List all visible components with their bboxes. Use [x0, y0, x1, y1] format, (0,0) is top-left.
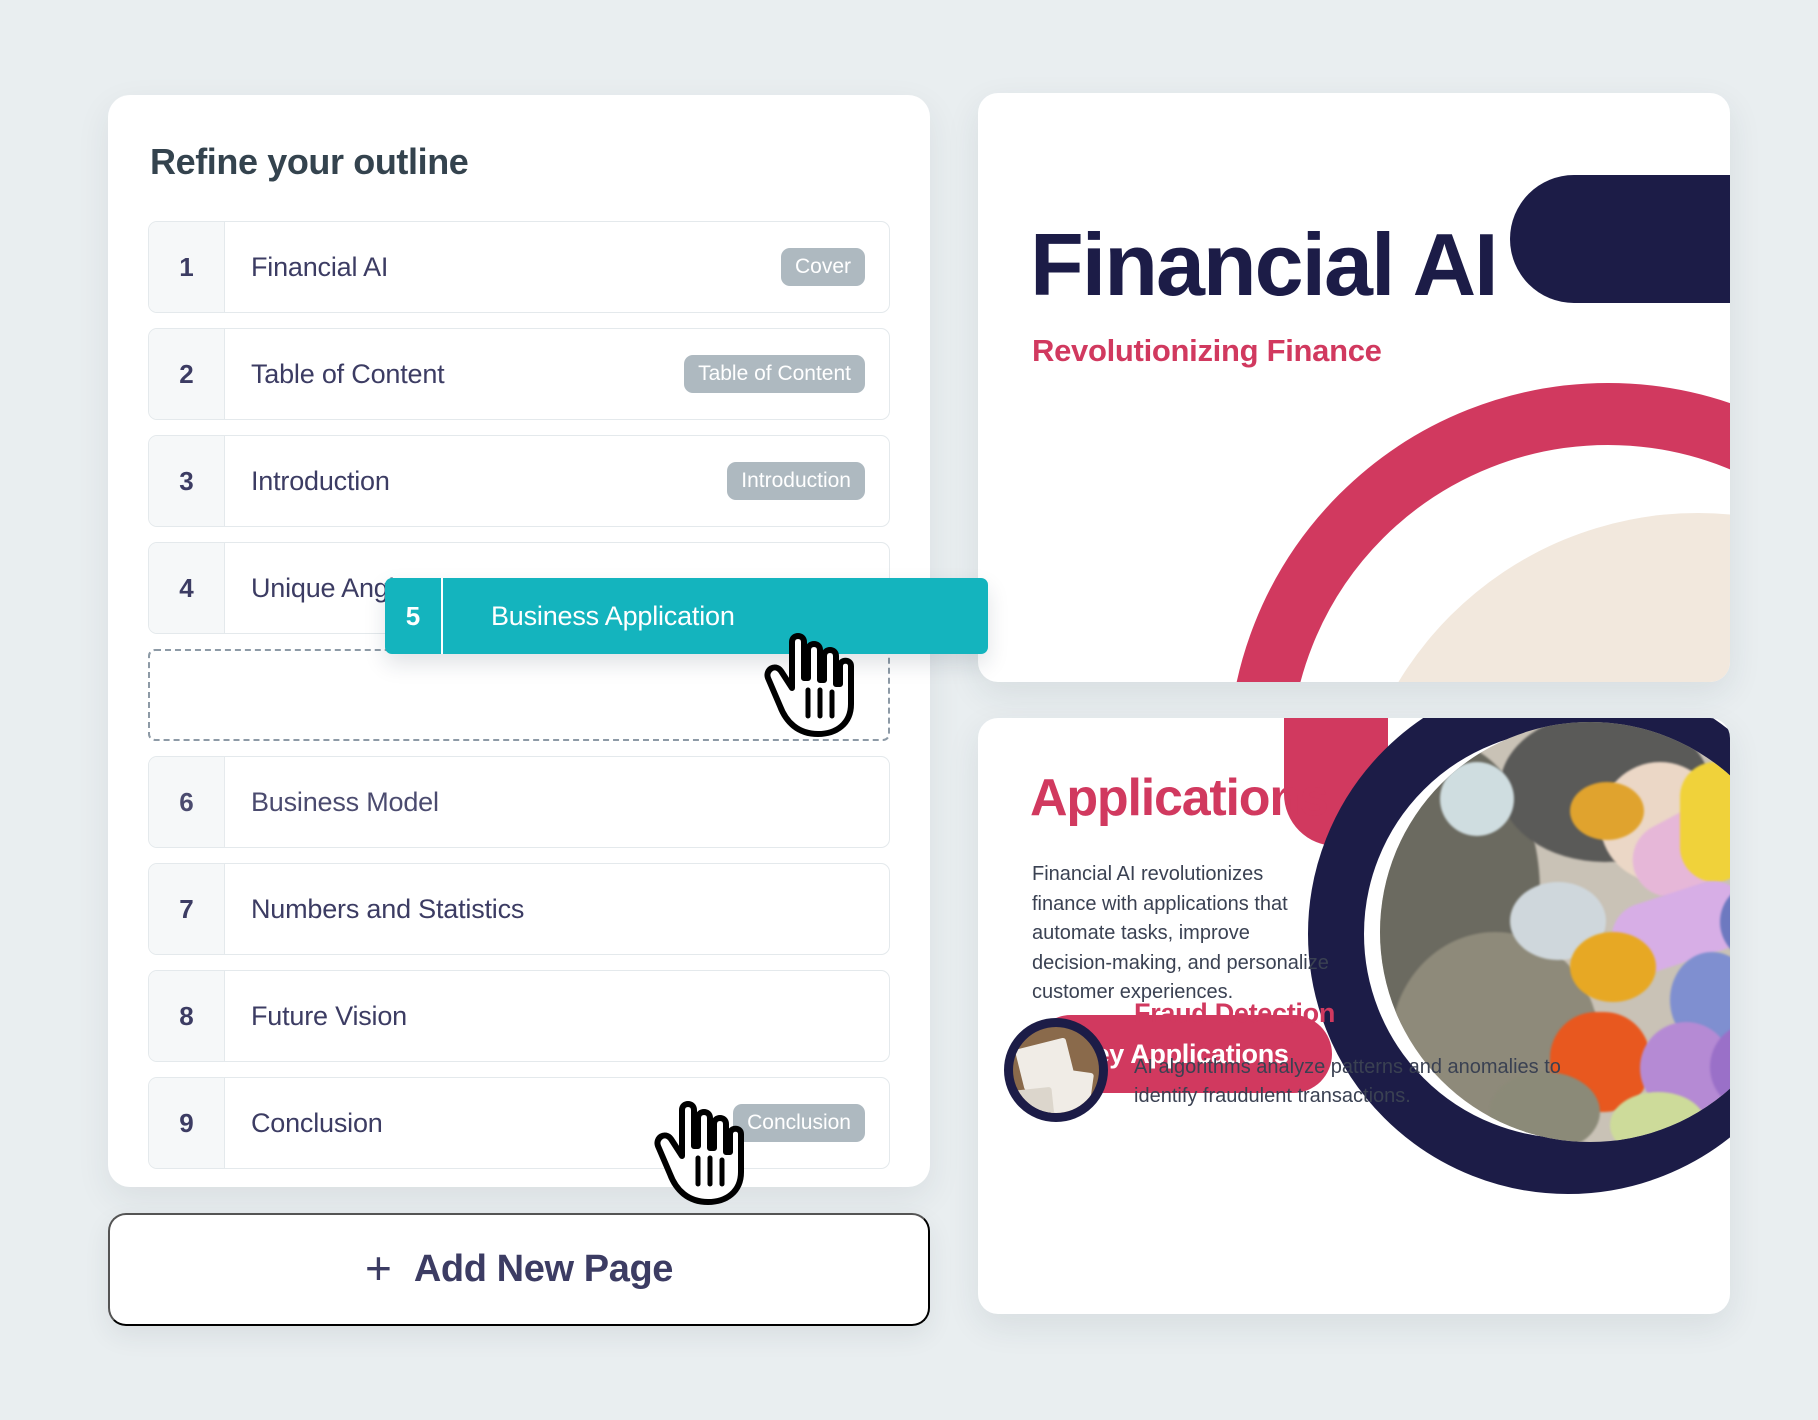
plus-icon: + — [364, 1241, 392, 1294]
row-body: Financial AI Cover — [225, 222, 889, 312]
row-label: Business Model — [251, 786, 439, 817]
slide-preview-applications[interactable]: Applications Financial AI revolutionizes… — [978, 718, 1730, 1314]
status-badge: Introduction — [727, 462, 865, 500]
row-number: 1 — [149, 222, 225, 312]
outline-row-3[interactable]: 3 Introduction Introduction — [148, 435, 890, 527]
row-number: 4 — [149, 543, 225, 633]
app-frame: Refine your outline 1 Financial AI Cover… — [0, 0, 1818, 1420]
status-badge: Table of Content — [684, 355, 865, 393]
row-number: 2 — [149, 329, 225, 419]
row-number: 9 — [149, 1078, 225, 1168]
outline-row-2[interactable]: 2 Table of Content Table of Content — [148, 328, 890, 420]
feature-title: Fraud Detection — [1134, 998, 1336, 1028]
outline-row-6[interactable]: 6 Business Model — [148, 756, 890, 848]
slide-subtitle: Revolutionizing Finance — [1032, 333, 1382, 368]
dragged-outline-item[interactable]: 5 Business Application — [385, 578, 988, 654]
row-body: Future Vision — [225, 971, 889, 1061]
outline-row-9[interactable]: 9 Conclusion Conclusion — [148, 1077, 890, 1169]
row-label: Financial AI — [251, 251, 389, 282]
slide-preview-cover[interactable]: Financial AI Revolutionizing Finance — [978, 93, 1730, 682]
row-number: 6 — [149, 757, 225, 847]
row-label: Numbers and Statistics — [251, 893, 525, 924]
slide-body-text: Financial AI revolutionizes finance with… — [1032, 863, 1329, 1004]
drag-drop-placeholder[interactable] — [148, 649, 890, 741]
row-body: Business Model — [225, 757, 889, 847]
add-new-page-label: Add New Page — [413, 1248, 674, 1290]
red-ring-decoration — [1228, 383, 1730, 682]
navy-blob-decoration — [1510, 175, 1730, 303]
outline-row-1[interactable]: 1 Financial AI Cover — [148, 221, 890, 313]
outline-list: 1 Financial AI Cover 2 Table of Content … — [148, 221, 890, 1169]
page-title: Refine your outline — [150, 141, 469, 182]
row-body: Introduction Introduction — [225, 436, 889, 526]
row-label: Table of Content — [251, 358, 445, 389]
row-body: Conclusion Conclusion — [225, 1078, 889, 1168]
fraud-detection-avatar — [1004, 1018, 1108, 1122]
dragged-item-label: Business Application — [491, 600, 735, 631]
row-number: 3 — [149, 436, 225, 526]
add-new-page-button[interactable]: + Add New Page — [108, 1213, 930, 1326]
row-number: 7 — [149, 864, 225, 954]
dragged-item-number: 5 — [385, 578, 443, 654]
outline-row-7[interactable]: 7 Numbers and Statistics — [148, 863, 890, 955]
row-label: Conclusion — [251, 1107, 383, 1138]
feature-body-text: AI algorithms analyze patterns and anoma… — [1134, 1056, 1561, 1107]
slide-title: Financial AI — [1030, 215, 1499, 314]
status-badge: Cover — [780, 248, 865, 286]
row-number: 8 — [149, 971, 225, 1061]
status-badge: Conclusion — [733, 1104, 865, 1142]
row-label: Introduction — [251, 465, 390, 496]
row-body: Numbers and Statistics — [225, 864, 889, 954]
row-body: Table of Content Table of Content — [225, 329, 889, 419]
row-label: Future Vision — [251, 1000, 407, 1031]
outline-row-8[interactable]: 8 Future Vision — [148, 970, 890, 1062]
slide-title: Applications — [1030, 769, 1329, 827]
